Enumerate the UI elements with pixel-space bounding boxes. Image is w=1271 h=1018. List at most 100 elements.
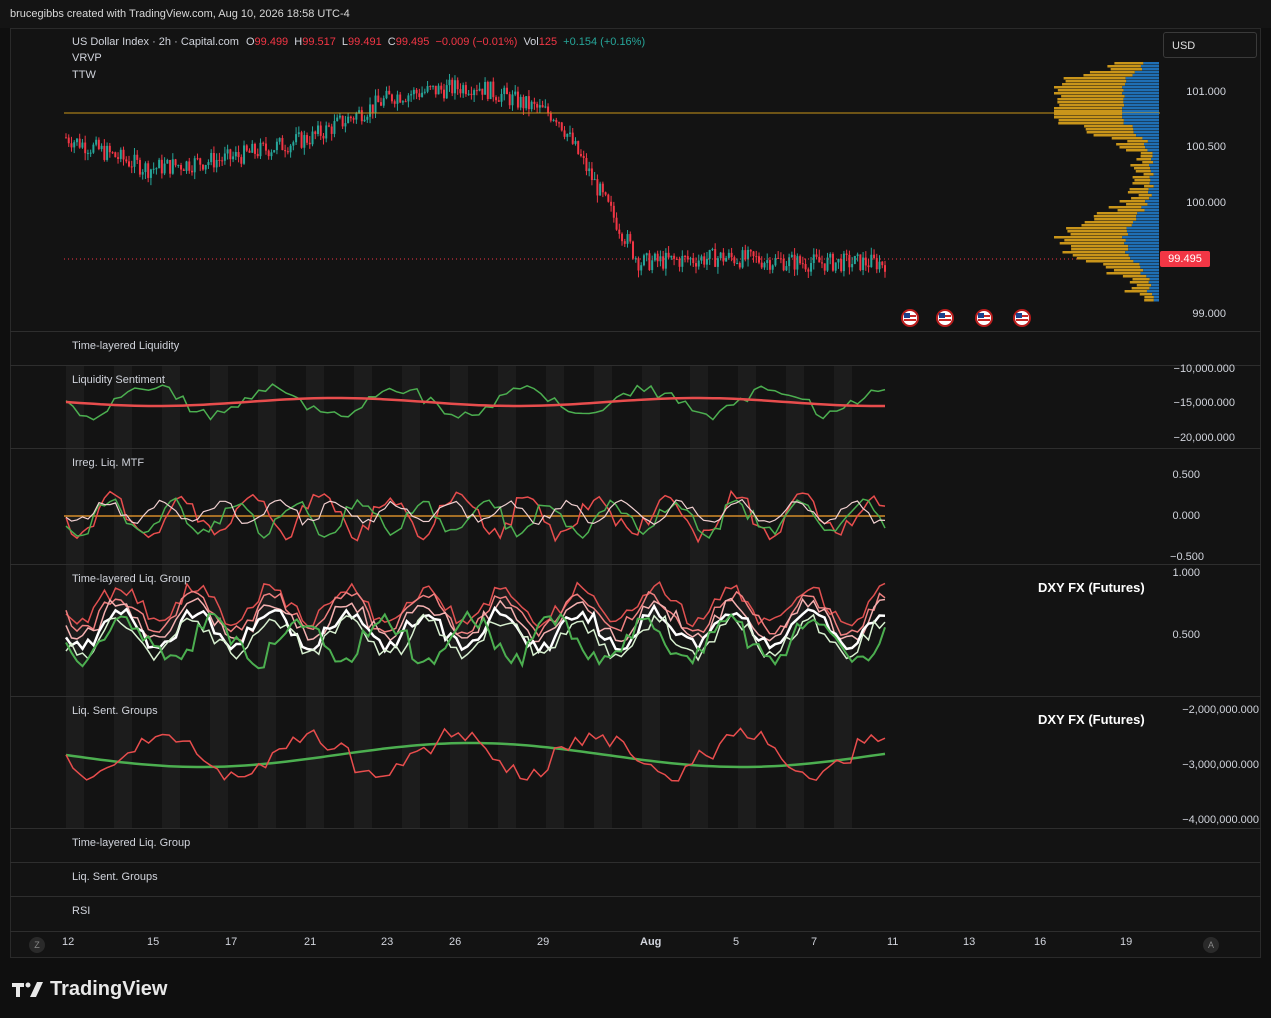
volume-profile-bar [1140,65,1159,68]
volume-profile-bar [1144,296,1154,299]
pane-title-time-layered-liquidity[interactable]: Time-layered Liquidity [72,340,179,352]
candle-body [114,152,117,158]
indicator-ttw[interactable]: TTW [72,69,96,81]
pane-separator[interactable] [10,448,1261,449]
candle-body [262,142,265,144]
candle-body [363,119,366,122]
indicator-vrvp[interactable]: VRVP [72,52,102,64]
pane-title-collapsed[interactable]: Time-layered Liq. Group [72,837,190,849]
volume-profile-bar [1126,203,1148,206]
pane-title-irreg-liq-mtf[interactable]: Irreg. Liq. MTF [72,457,144,469]
pane-separator[interactable] [10,862,1261,863]
candle-body [716,258,719,267]
candle-body [593,179,596,181]
pane-separator[interactable] [10,828,1261,829]
volume-profile-bar [1142,68,1159,71]
pane-title-liq-sent-groups[interactable]: Liq. Sent. Groups [72,705,158,717]
currency-selector[interactable]: USD [1163,32,1257,58]
candle-body [163,163,166,174]
candle-body [640,265,643,271]
overlay-symbol-name: DXY FX (Futures) [1038,712,1145,727]
time-axis[interactable] [10,931,1261,957]
candle-body [199,158,202,165]
pane-separator[interactable] [10,365,1261,366]
us-flag-icon[interactable] [974,308,994,328]
candle-body [856,254,859,257]
chart-canvas[interactable] [0,0,1271,1018]
candle-body [396,94,399,104]
candle-body [848,254,851,268]
us-flag-icon[interactable] [935,308,955,328]
candle-body [306,135,309,143]
candle-body [390,94,393,102]
volume-profile-bar [1054,110,1123,113]
volume-profile-bar [1131,224,1159,227]
candle-body [377,95,380,103]
candle-body [741,250,744,268]
volume-profile-bar [1140,266,1159,269]
volume-profile-bar [1122,116,1159,119]
close-value: 99.495 [395,36,430,48]
candle-body [125,159,128,162]
candle-body [188,161,191,171]
volume-profile-bar [1131,287,1150,290]
pane-title-rsi[interactable]: RSI [72,905,90,917]
candle-body [338,115,341,118]
candle-body [201,164,204,170]
volume-profile-bar [1105,266,1141,269]
pane-title-collapsed[interactable]: Liq. Sent. Groups [72,871,158,883]
candle-body [180,165,183,170]
candle-body [497,100,500,102]
candle-body [65,137,67,139]
open-value: 99.499 [254,36,289,48]
symbol-name[interactable]: US Dollar Index · 2h · Capital.com [72,36,239,48]
candle-body [171,159,174,174]
session-shade [690,366,708,828]
volume-profile-bar [1149,278,1159,281]
pane-separator[interactable] [10,696,1261,697]
candle-body [166,160,169,164]
us-flag-icon[interactable] [900,308,920,328]
candle-body [119,149,122,159]
high-label: H [294,36,303,48]
volume-profile-bar [1117,209,1145,212]
time-tick: 11 [887,936,899,948]
pane-separator[interactable] [10,896,1261,897]
volume-profile-bar [1149,287,1159,290]
volume-profile-bar [1081,224,1132,227]
volume-profile-bar [1143,269,1159,272]
volume-profile-bar [1076,257,1131,260]
candle-body [881,261,884,266]
candle-body [727,252,730,258]
tradingview-logo-icon [12,982,43,997]
candle-body [330,126,333,134]
candle-body [648,253,651,271]
pane-separator[interactable] [10,331,1261,332]
candle-body [596,179,599,196]
auto-scale-button[interactable]: A [1203,937,1219,953]
session-shade [450,366,468,828]
candle-body [256,153,259,157]
candle-body [525,96,528,109]
candle-body [610,201,613,206]
zoom-reset-button[interactable]: Z [29,937,45,953]
pane-title-time-layered-liq-group[interactable]: Time-layered Liq. Group [72,573,190,585]
candle-body [579,153,582,156]
pane-title-liquidity-sentiment[interactable]: Liquidity Sentiment [72,374,165,386]
volume-profile-bar [1054,92,1123,95]
candle-body [749,249,752,252]
candle-body [519,96,522,108]
time-tick: 19 [1120,936,1133,948]
volume-profile-bar [1132,278,1150,281]
session-shade [546,366,564,828]
candle-body [662,256,665,269]
volume-profile-bar [1146,275,1159,278]
volume-profile-bar [1062,83,1126,86]
volume-profile-bar [1140,152,1153,155]
pane-separator[interactable] [10,564,1261,565]
volume-profile-bar [1144,185,1154,188]
us-flag-icon[interactable] [1012,308,1032,328]
candle-body [807,269,810,272]
volume-profile-bar [1152,152,1159,155]
volume-profile-bar [1128,233,1159,236]
